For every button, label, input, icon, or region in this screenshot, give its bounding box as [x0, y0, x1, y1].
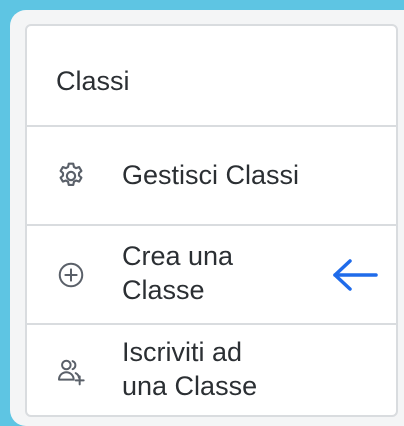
arrow-left-icon	[329, 255, 381, 295]
menu-header: Classi	[27, 26, 396, 127]
menu-item-manage-classes[interactable]: Gestisci Classi	[27, 127, 396, 226]
user-add-icon	[53, 353, 89, 389]
menu-item-create-class[interactable]: Crea una Classe	[27, 226, 396, 325]
menu-title: Classi	[56, 66, 130, 96]
menu-item-join-class[interactable]: Iscriviti ad una Classe	[27, 325, 396, 415]
plus-circle-icon	[53, 257, 89, 293]
classes-menu: Classi Gestisci Classi Crea una Classe I…	[25, 24, 398, 417]
menu-item-label: Iscriviti ad una Classe	[122, 337, 258, 401]
menu-item-label: Crea una Classe	[122, 241, 234, 305]
menu-item-label: Gestisci Classi	[122, 160, 300, 190]
gear-icon	[53, 158, 89, 194]
